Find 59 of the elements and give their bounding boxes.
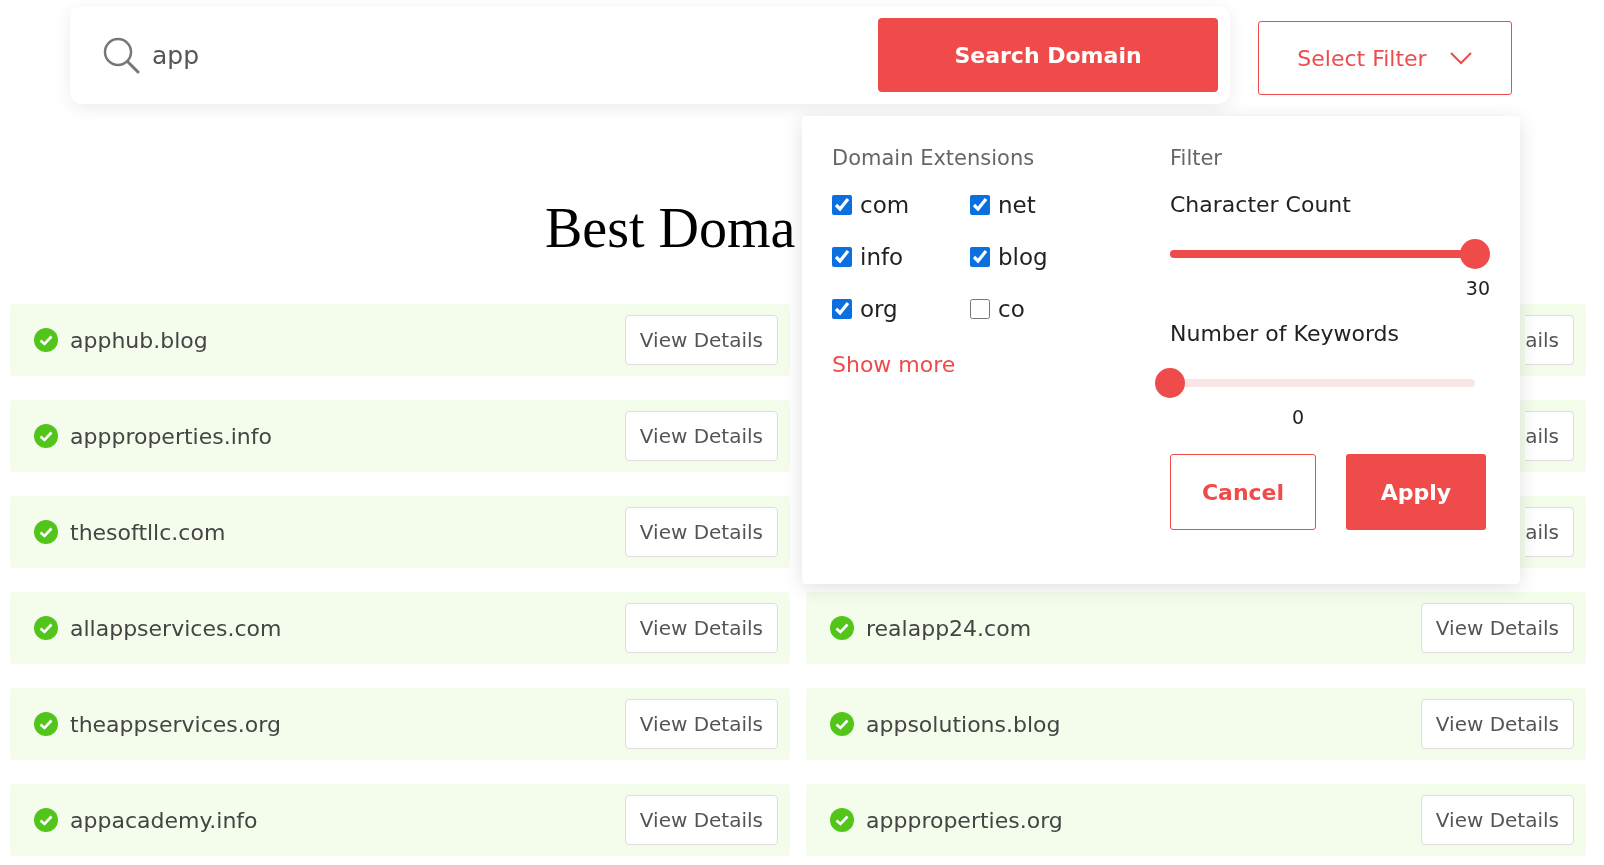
domain-name: appacademy.info	[70, 807, 259, 833]
chevron-down-icon	[1448, 51, 1473, 65]
extension-checkbox[interactable]	[970, 299, 990, 319]
extension-label: co	[998, 296, 1025, 322]
view-details-button[interactable]: View Details	[624, 795, 778, 845]
search-icon	[102, 36, 140, 74]
view-details-button[interactable]: View Details	[624, 507, 778, 557]
view-details-button[interactable]: ails	[1525, 315, 1574, 365]
domain-name: theappservices.org	[70, 711, 282, 737]
domain-name: appproperties.info	[70, 423, 273, 449]
section-title: Domain Extensions	[832, 146, 1036, 170]
page-heading: Best Doma	[545, 200, 796, 256]
slider-value: 30	[1465, 277, 1490, 299]
apply-button[interactable]: Apply	[1346, 454, 1486, 530]
check-circle-icon	[34, 424, 58, 448]
domain-name: appproperties.org	[866, 807, 1064, 833]
extension-checkbox[interactable]	[832, 195, 852, 215]
view-details-button[interactable]: View Details	[624, 315, 778, 365]
extension-checkbox[interactable]	[970, 195, 990, 215]
check-circle-icon	[830, 808, 854, 832]
view-details-button[interactable]: ails	[1525, 507, 1574, 557]
check-circle-icon	[34, 616, 58, 640]
extension-label: blog	[998, 244, 1048, 270]
domain-name: apphub.blog	[70, 327, 209, 353]
search-domain-button[interactable]: Search Domain	[878, 18, 1218, 92]
view-details-button[interactable]: ails	[1525, 411, 1574, 461]
view-details-button[interactable]: View Details	[624, 411, 778, 461]
domain-name: thesoftllc.com	[70, 519, 227, 545]
slider-handle[interactable]	[1155, 368, 1185, 398]
extension-label: net	[998, 192, 1036, 218]
show-more-link[interactable]: Show more	[832, 352, 956, 377]
slider-value: 0	[1291, 406, 1305, 428]
slider-handle[interactable]	[1460, 239, 1490, 269]
slider-label: Number of Keywords	[1170, 321, 1400, 346]
extension-label: com	[860, 192, 910, 218]
check-circle-icon	[34, 808, 58, 832]
domain-name: appsolutions.blog	[866, 711, 1062, 737]
extension-label: org	[860, 296, 898, 322]
view-details-button[interactable]: View Details	[1420, 699, 1574, 749]
domain-name: realapp24.com	[866, 615, 1033, 641]
extension-checkbox[interactable]	[832, 299, 852, 319]
extension-checkbox[interactable]	[832, 247, 852, 267]
cancel-button[interactable]: Cancel	[1170, 454, 1316, 530]
view-details-button[interactable]: View Details	[624, 699, 778, 749]
extension-checkbox[interactable]	[970, 247, 990, 267]
slider-label: Character Count	[1170, 192, 1352, 217]
select-filter-button[interactable]: Select Filter	[1258, 21, 1512, 95]
view-details-button[interactable]: View Details	[1420, 603, 1574, 653]
view-details-button[interactable]: View Details	[1420, 795, 1574, 845]
check-circle-icon	[34, 712, 58, 736]
view-details-button[interactable]: View Details	[624, 603, 778, 653]
search-field[interactable]: app	[150, 39, 878, 71]
check-circle-icon	[830, 712, 854, 736]
check-circle-icon	[34, 520, 58, 544]
check-circle-icon	[830, 616, 854, 640]
extension-label: info	[860, 244, 904, 270]
section-title: Filter	[1170, 146, 1223, 170]
check-circle-icon	[34, 328, 58, 352]
domain-name: allappservices.com	[70, 615, 283, 641]
